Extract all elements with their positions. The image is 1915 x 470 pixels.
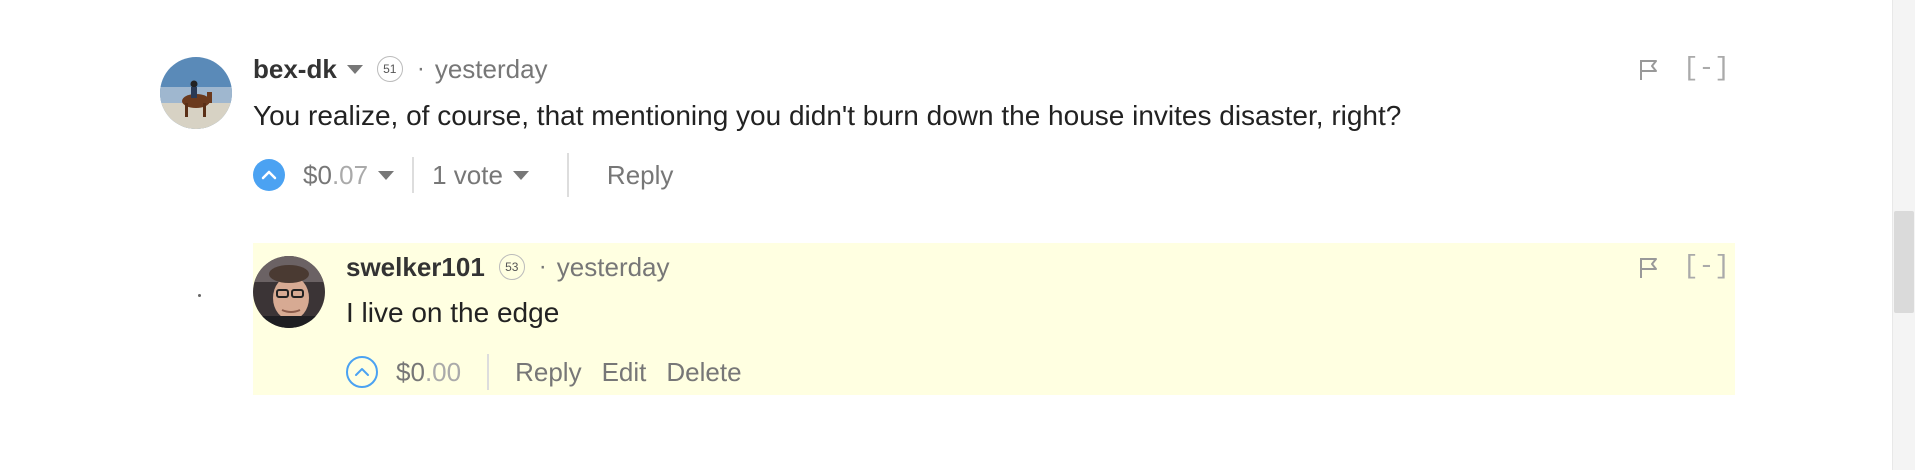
payout-amount[interactable]: $0.07: [303, 160, 368, 191]
comment-header: swelker101 53 · yesterday: [346, 250, 670, 284]
caret-down-icon[interactable]: [512, 170, 529, 180]
collapse-link[interactable]: [-]: [1683, 251, 1730, 281]
avatar[interactable]: [253, 256, 325, 328]
author-name[interactable]: swelker101: [346, 252, 485, 283]
reputation-badge: 53: [498, 254, 525, 280]
timestamp[interactable]: yesterday: [557, 252, 670, 283]
divider: [412, 157, 415, 193]
collapse-link[interactable]: [-]: [1683, 53, 1730, 83]
chevron-up-icon: [261, 170, 277, 180]
scrollbar-track[interactable]: [1892, 0, 1915, 470]
caret-down-icon[interactable]: [346, 64, 363, 74]
chevron-up-icon: [355, 368, 369, 376]
thread-dot: [198, 294, 201, 297]
upvote-button[interactable]: [253, 159, 285, 191]
comment-footer: $0.07 1 vote Reply: [253, 153, 673, 197]
edit-button[interactable]: Edit: [602, 357, 647, 388]
comment-body: I live on the edge: [346, 297, 560, 328]
payout-amount[interactable]: $0.00: [396, 357, 461, 388]
delete-button[interactable]: Delete: [666, 357, 741, 388]
divider: [487, 354, 490, 390]
reply-button[interactable]: Reply: [515, 357, 581, 388]
avatar[interactable]: [160, 57, 232, 129]
reply-button[interactable]: Reply: [607, 160, 673, 191]
scrollbar-thumb[interactable]: [1894, 211, 1914, 313]
upvote-button[interactable]: [346, 356, 378, 388]
votes-count[interactable]: 1 vote: [432, 160, 503, 191]
flag-icon[interactable]: [1638, 256, 1660, 280]
timestamp[interactable]: yesterday: [435, 54, 548, 85]
comment-body: You realize, of course, that mentioning …: [253, 100, 1402, 131]
author-name[interactable]: bex-dk: [253, 54, 337, 85]
flag-icon[interactable]: [1638, 58, 1660, 82]
separator-dot: ·: [538, 253, 547, 280]
caret-down-icon[interactable]: [378, 170, 395, 180]
reputation-badge: 51: [376, 56, 403, 82]
divider: [566, 153, 569, 197]
comment-footer: $0.00 Reply Edit Delete: [346, 350, 742, 394]
comment-header: bex-dk 51 · yesterday: [253, 52, 548, 86]
separator-dot: ·: [416, 55, 425, 82]
